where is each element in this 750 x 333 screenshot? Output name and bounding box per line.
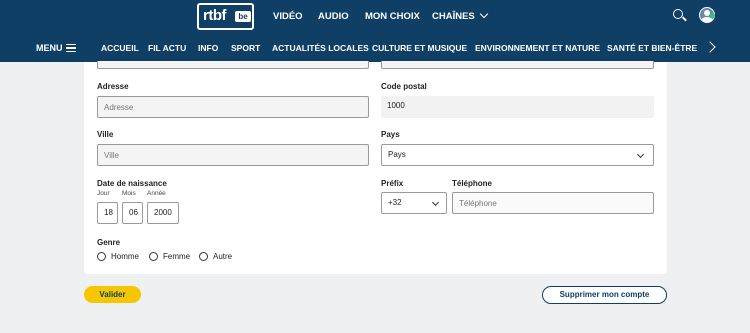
chevron-down-icon [431, 198, 440, 207]
gender-radio-autre[interactable] [199, 252, 208, 261]
month-input[interactable]: 06 [122, 202, 143, 224]
gender-radio-homme[interactable] [97, 252, 106, 261]
country-select[interactable]: Pays [381, 144, 654, 166]
year-label: Année [147, 190, 166, 197]
partial-input-right[interactable] [381, 61, 654, 69]
menu-button[interactable]: MENU [36, 43, 63, 53]
birthdate-label: Date de naissance [97, 179, 167, 188]
logo-text: rtbf [203, 7, 227, 24]
chevron-down-icon [479, 9, 489, 19]
top-bar: rtbf be VIDÉO AUDIO MON CHOIX CHAÎNES [0, 0, 750, 34]
delete-account-button[interactable]: Supprimer mon compte [542, 286, 667, 304]
submit-button[interactable]: Valider [84, 286, 141, 303]
chevron-right-icon[interactable] [704, 41, 716, 53]
year-input[interactable]: 2000 [147, 202, 179, 224]
gender-label: Genre [97, 238, 121, 247]
nav-culture-musique[interactable]: CULTURE ET MUSIQUE [372, 43, 467, 53]
gender-radio-femme[interactable] [149, 252, 158, 261]
address-input[interactable] [97, 96, 369, 118]
online-status-dot [710, 13, 715, 18]
nav-sport[interactable]: SPORT [231, 43, 260, 53]
month-label: Mois [122, 190, 136, 197]
city-input[interactable] [97, 144, 369, 166]
gender-label-femme: Femme [163, 252, 191, 261]
prefix-label: Préfix [381, 179, 404, 188]
country-label: Pays [381, 130, 400, 139]
nav-chaines[interactable]: CHAÎNES [432, 9, 489, 22]
chevron-down-icon [636, 150, 645, 159]
city-label: Ville [97, 130, 114, 139]
nav-environnement-nature[interactable]: ENVIRONNEMENT ET NATURE [475, 43, 600, 53]
phone-label: Téléphone [452, 179, 493, 188]
section-nav-bar: MENU ACCUEIL FIL ACTU INFO SPORT ACTUALI… [0, 34, 750, 62]
hamburger-icon[interactable] [66, 44, 76, 52]
country-select-value: Pays [388, 150, 406, 159]
nav-accueil[interactable]: ACCUEIL [101, 43, 139, 53]
postal-code-label: Code postal [381, 82, 427, 91]
day-label: Jour [97, 190, 110, 197]
prefix-select[interactable]: +32 [381, 192, 447, 214]
phone-input[interactable] [452, 192, 654, 214]
nav-actualites-locales[interactable]: ACTUALITÉS LOCALES [272, 43, 369, 53]
nav-chaines-label: CHAÎNES [432, 11, 475, 22]
rtbf-logo[interactable]: rtbf be [197, 3, 254, 30]
nav-info[interactable]: INFO [198, 43, 218, 53]
nav-audio[interactable]: AUDIO [318, 11, 349, 22]
address-label: Adresse [97, 82, 129, 91]
nav-video[interactable]: VIDÉO [273, 11, 303, 22]
prefix-select-value: +32 [388, 198, 402, 207]
postal-code-input[interactable]: 1000 [381, 96, 654, 118]
profile-form-card: Adresse Code postal 1000 Ville Pays Pays… [84, 61, 667, 274]
logo-badge: be [235, 11, 251, 22]
day-input[interactable]: 18 [97, 202, 118, 224]
partial-input-left[interactable] [97, 61, 369, 69]
nav-sante-bien-etre[interactable]: SANTÉ ET BIEN-ÊTRE [607, 43, 697, 53]
nav-fil-actu[interactable]: FIL ACTU [148, 43, 186, 53]
search-icon[interactable] [673, 9, 683, 19]
gender-label-homme: Homme [111, 252, 140, 261]
gender-label-autre: Autre [213, 252, 233, 261]
nav-mon-choix[interactable]: MON CHOIX [365, 11, 420, 22]
